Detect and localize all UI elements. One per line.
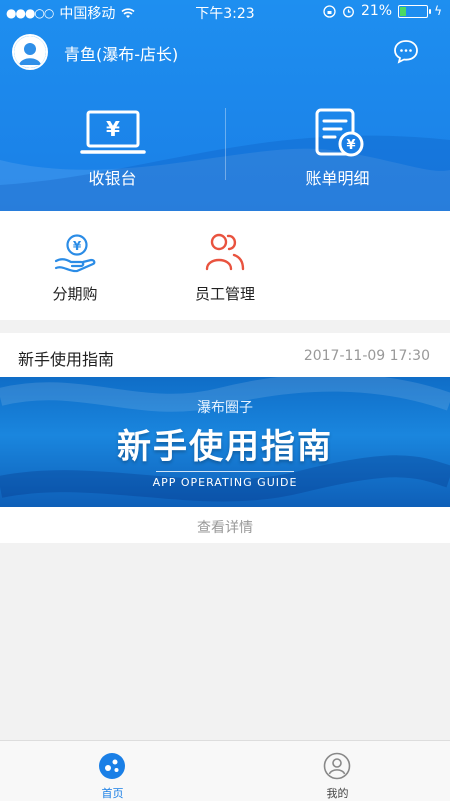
- avatar[interactable]: [12, 34, 48, 70]
- banner-subtitle: 瀑布圈子: [197, 400, 253, 416]
- battery-icon: [398, 4, 432, 18]
- quick-action-label: 账单明细: [305, 169, 370, 188]
- tab-label: 我的: [326, 787, 349, 800]
- home-icon: [99, 753, 125, 779]
- guide-card[interactable]: 新手使用指南 2017-11-09 17:30 瀑布圈子 新手使用指南 APP …: [0, 333, 450, 543]
- chat-bubble-icon[interactable]: [393, 38, 419, 64]
- guide-date: 2017-11-09 17:30: [303, 348, 430, 364]
- svg-text:¥: ¥: [73, 239, 82, 253]
- tab-profile[interactable]: 我的: [225, 741, 450, 801]
- avatar-icon: [14, 36, 46, 68]
- shop-name[interactable]: 青鱼(瀑布-店长): [64, 41, 178, 65]
- quick-action-bill-detail[interactable]: ¥ 账单明细: [225, 100, 450, 195]
- status-bar: ●●●○○ 中国移动 下午3:23 21% ϟ: [0, 0, 450, 24]
- alarm-icon: [343, 6, 354, 17]
- menu-item-installment[interactable]: ¥ 分期购: [0, 211, 150, 320]
- svg-text:¥: ¥: [346, 138, 355, 153]
- staff-icon: [205, 233, 245, 271]
- menu-item-label: 员工管理: [194, 285, 255, 303]
- rotation-lock-icon: [323, 4, 336, 18]
- header: ●●●○○ 中国移动 下午3:23 21% ϟ 青鱼(瀑布-店长) ¥ 收银台 …: [0, 0, 450, 211]
- menu-item-label: 分期购: [52, 285, 98, 303]
- banner-divider: [156, 471, 294, 472]
- svg-text:¥: ¥: [106, 117, 120, 141]
- tab-bar: 首页 我的: [0, 740, 450, 801]
- installment-icon: ¥: [54, 234, 96, 273]
- guide-banner[interactable]: 瀑布圈子 新手使用指南 APP OPERATING GUIDE: [0, 377, 450, 507]
- profile-icon: [323, 752, 351, 780]
- feature-menu: ¥ 分期购 员工管理: [0, 211, 450, 320]
- bill-detail-icon: ¥: [315, 108, 364, 157]
- tab-label: 首页: [101, 787, 124, 800]
- guide-title: 新手使用指南: [18, 350, 115, 369]
- battery-percent: 21%: [360, 3, 393, 19]
- view-details-link[interactable]: 查看详情: [0, 517, 450, 537]
- quick-action-label: 收银台: [88, 169, 137, 188]
- menu-item-staff-management[interactable]: 员工管理: [150, 211, 300, 320]
- charging-icon: ϟ: [434, 4, 442, 18]
- tab-home[interactable]: 首页: [0, 741, 225, 801]
- banner-english-title: APP OPERATING GUIDE: [152, 476, 298, 489]
- cash-register-icon: ¥: [80, 110, 146, 154]
- banner-title: 新手使用指南: [117, 427, 333, 467]
- quick-action-cash-register[interactable]: ¥ 收银台: [0, 100, 225, 195]
